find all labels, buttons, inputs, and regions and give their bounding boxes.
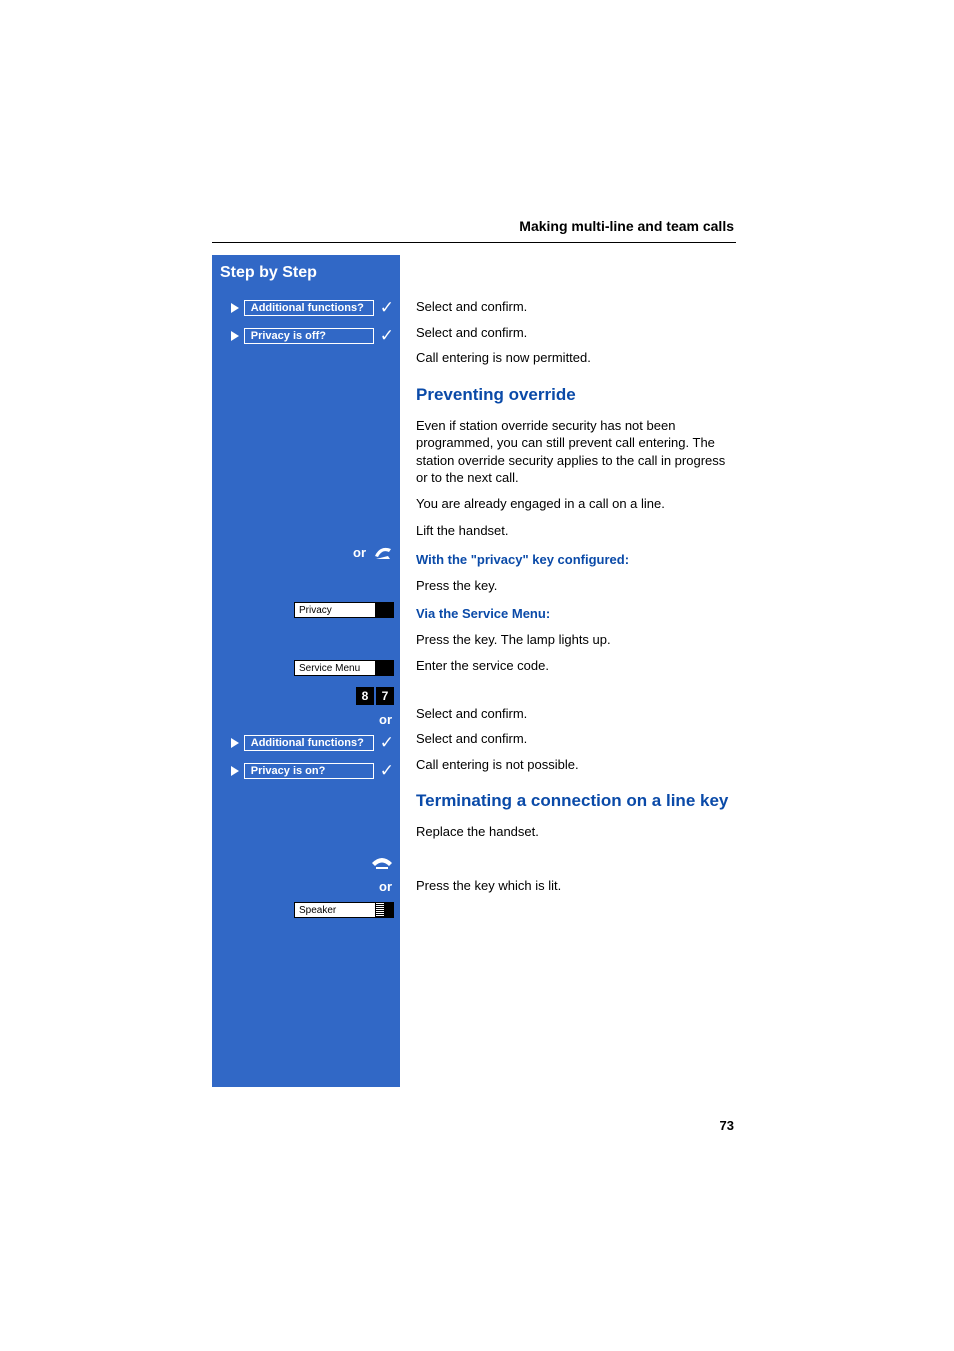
step-row-privacy-off: Privacy is off? ✓ — [212, 324, 400, 348]
step-row-privacy-on: Privacy is on? ✓ — [212, 759, 400, 783]
page: Making multi-line and team calls Step by… — [0, 0, 954, 1351]
menu-option: Privacy is off? — [244, 328, 374, 344]
arrow-right-icon — [231, 766, 239, 776]
led-icon — [375, 903, 384, 917]
body-text: Press the key which is lit. — [416, 877, 738, 895]
check-icon: ✓ — [380, 733, 394, 753]
key-leds — [375, 661, 393, 675]
led-icon — [384, 903, 393, 917]
page-number: 73 — [720, 1118, 734, 1133]
led-icon — [384, 661, 393, 675]
step-row-service-menu-key: Service Menu — [212, 656, 400, 680]
digit-key-8[interactable]: 8 — [356, 687, 374, 705]
or-label: or — [212, 879, 400, 894]
arrow-right-icon — [231, 738, 239, 748]
check-icon: ✓ — [380, 298, 394, 318]
key-label: Service Menu — [295, 663, 375, 674]
body-text: You are already engaged in a call on a l… — [416, 495, 738, 513]
heading-privacy-key: With the "privacy" key configured: — [416, 552, 738, 567]
arrow-right-icon — [231, 331, 239, 341]
step-row-speaker-key: Speaker — [212, 898, 400, 922]
arrow-right-icon — [231, 303, 239, 313]
main-column: Select and confirm. Select and confirm. … — [416, 298, 738, 902]
step-row-or-handset: or — [212, 540, 400, 564]
step-row-replace-handset — [212, 851, 400, 875]
heading-terminating: Terminating a connection on a line key — [416, 791, 738, 811]
step-column: Additional functions? ✓ Privacy is off? … — [212, 292, 400, 922]
key-leds — [375, 603, 393, 617]
body-text: Select and confirm. — [416, 705, 738, 723]
body-text: Press the key. — [416, 577, 738, 595]
body-text: Call entering is now permitted. — [416, 349, 738, 367]
body-text: Lift the handset. — [416, 522, 738, 540]
led-icon — [384, 603, 393, 617]
or-label: or — [212, 712, 400, 727]
privacy-key-button[interactable]: Privacy — [294, 602, 394, 618]
menu-option: Privacy is on? — [244, 763, 374, 779]
lift-handset-icon — [372, 543, 394, 561]
key-leds — [375, 903, 393, 917]
body-text: Enter the service code. — [416, 657, 738, 675]
body-text: Replace the handset. — [416, 823, 738, 841]
sidebar-title: Step by Step — [212, 255, 400, 289]
led-icon — [375, 661, 384, 675]
led-icon — [375, 603, 384, 617]
key-label: Privacy — [295, 605, 375, 616]
header-rule — [212, 242, 736, 243]
body-text: Call entering is not possible. — [416, 756, 738, 774]
check-icon: ✓ — [380, 326, 394, 346]
speaker-key-button[interactable]: Speaker — [294, 902, 394, 918]
step-row-service-code: 8 7 — [212, 684, 400, 708]
step-row-additional-functions-1: Additional functions? ✓ — [212, 296, 400, 320]
heading-service-menu: Via the Service Menu: — [416, 606, 738, 621]
menu-option: Additional functions? — [244, 735, 374, 751]
or-label: or — [353, 545, 372, 560]
body-text: Select and confirm. — [416, 298, 738, 316]
body-text: Press the key. The lamp lights up. — [416, 631, 738, 649]
menu-option: Additional functions? — [244, 300, 374, 316]
key-label: Speaker — [295, 905, 375, 916]
body-text: Select and confirm. — [416, 324, 738, 342]
digit-key-7[interactable]: 7 — [376, 687, 394, 705]
check-icon: ✓ — [380, 761, 394, 781]
replace-handset-icon — [370, 855, 394, 871]
step-row-privacy-key: Privacy — [212, 598, 400, 622]
service-menu-key-button[interactable]: Service Menu — [294, 660, 394, 676]
heading-preventing-override: Preventing override — [416, 385, 738, 405]
body-text: Select and confirm. — [416, 730, 738, 748]
body-text: Even if station override security has no… — [416, 417, 738, 487]
running-header: Making multi-line and team calls — [519, 218, 734, 234]
step-row-additional-functions-2: Additional functions? ✓ — [212, 731, 400, 755]
